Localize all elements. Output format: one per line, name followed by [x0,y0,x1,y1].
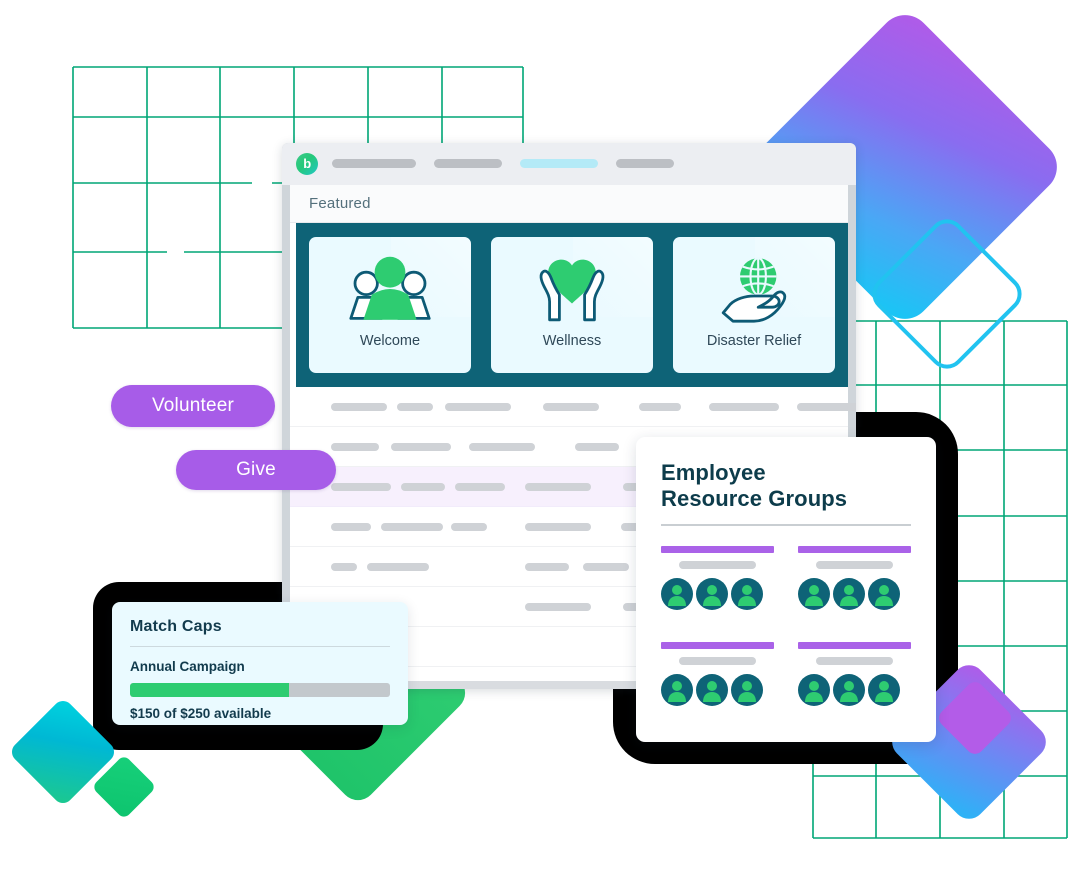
member-avatar-icon [661,577,693,610]
featured-title: Featured [309,195,371,212]
member-avatar-icon [868,673,900,706]
nav-link-4[interactable] [616,159,674,168]
decorative-diamond-green-small [91,754,157,820]
erg-avatar-row [798,577,911,610]
brand-logo-icon[interactable]: b [296,153,318,175]
hand-globe-icon [712,251,796,327]
nav-link-3[interactable] [520,159,598,168]
erg-group[interactable] [798,641,911,706]
browser-chrome: b [282,143,856,185]
match-caps-card: Match Caps Annual Campaign $150 of $250 … [112,602,408,725]
erg-group-subtitle-placeholder [816,560,893,569]
illustration-stage: b Featured Welcome Wellness Disaster Rel… [0,0,1084,876]
top-nav [332,159,674,168]
people-group-icon [348,251,432,327]
match-caps-availability-text: $150 of $250 available [130,706,272,721]
match-caps-progress-bar [130,683,390,697]
hands-heart-icon [530,251,614,327]
erg-group[interactable] [661,641,774,706]
erg-group[interactable] [798,545,911,610]
member-avatar-icon [833,577,865,610]
feature-card-label: Disaster Relief [706,333,802,349]
erg-group-title-placeholder [661,641,774,649]
feature-card-label: Welcome [359,333,421,349]
match-caps-progress-fill [130,683,289,697]
volunteer-pill[interactable]: Volunteer [111,385,275,427]
decorative-diamond-purple-bottom-right [935,678,1015,758]
brand-logo-letter: b [303,155,311,171]
volunteer-pill-label: Volunteer [151,395,235,416]
member-avatar-icon [798,673,830,706]
decorative-diamond-cyan-outline [864,211,1030,377]
match-caps-title: Match Caps [130,618,222,635]
erg-title-line-1: Employee [661,460,766,485]
erg-avatar-row [661,577,774,610]
erg-group[interactable] [661,545,774,610]
give-pill[interactable]: Give [176,450,336,490]
employee-resource-groups-card: Employee Resource Groups [636,437,936,742]
member-avatar-icon [696,673,728,706]
erg-group-title-placeholder [798,545,911,553]
erg-group-subtitle-placeholder [679,656,756,665]
featured-cards-band: Welcome Wellness Disaster Relief [296,223,848,387]
give-pill-label: Give [236,459,276,480]
match-caps-campaign-label: Annual Campaign [130,659,245,674]
nav-link-1[interactable] [332,159,416,168]
erg-card-title: Employee Resource Groups [661,460,911,512]
member-avatar-icon [833,673,865,706]
member-avatar-icon [868,577,900,610]
erg-title-line-2: Resource Groups [661,486,848,511]
feature-card-wellness[interactable]: Wellness [491,237,653,373]
feature-card-label: Wellness [542,333,602,349]
erg-group-subtitle-placeholder [816,656,893,665]
erg-avatar-row [661,673,774,706]
feature-card-disaster-relief[interactable]: Disaster Relief [673,237,835,373]
nav-link-2[interactable] [434,159,502,168]
featured-section-header: Featured [290,185,848,223]
decorative-diamond-cyan-small [7,696,119,808]
erg-group-subtitle-placeholder [679,560,756,569]
erg-group-grid [661,545,911,706]
erg-avatar-row [798,673,911,706]
member-avatar-icon [798,577,830,610]
member-avatar-icon [731,577,763,610]
divider [130,646,390,647]
member-avatar-icon [731,673,763,706]
divider [661,524,911,526]
feature-card-welcome[interactable]: Welcome [309,237,471,373]
member-avatar-icon [661,673,693,706]
table-row[interactable] [290,387,856,427]
member-avatar-icon [696,577,728,610]
erg-group-title-placeholder [798,641,911,649]
erg-group-title-placeholder [661,545,774,553]
